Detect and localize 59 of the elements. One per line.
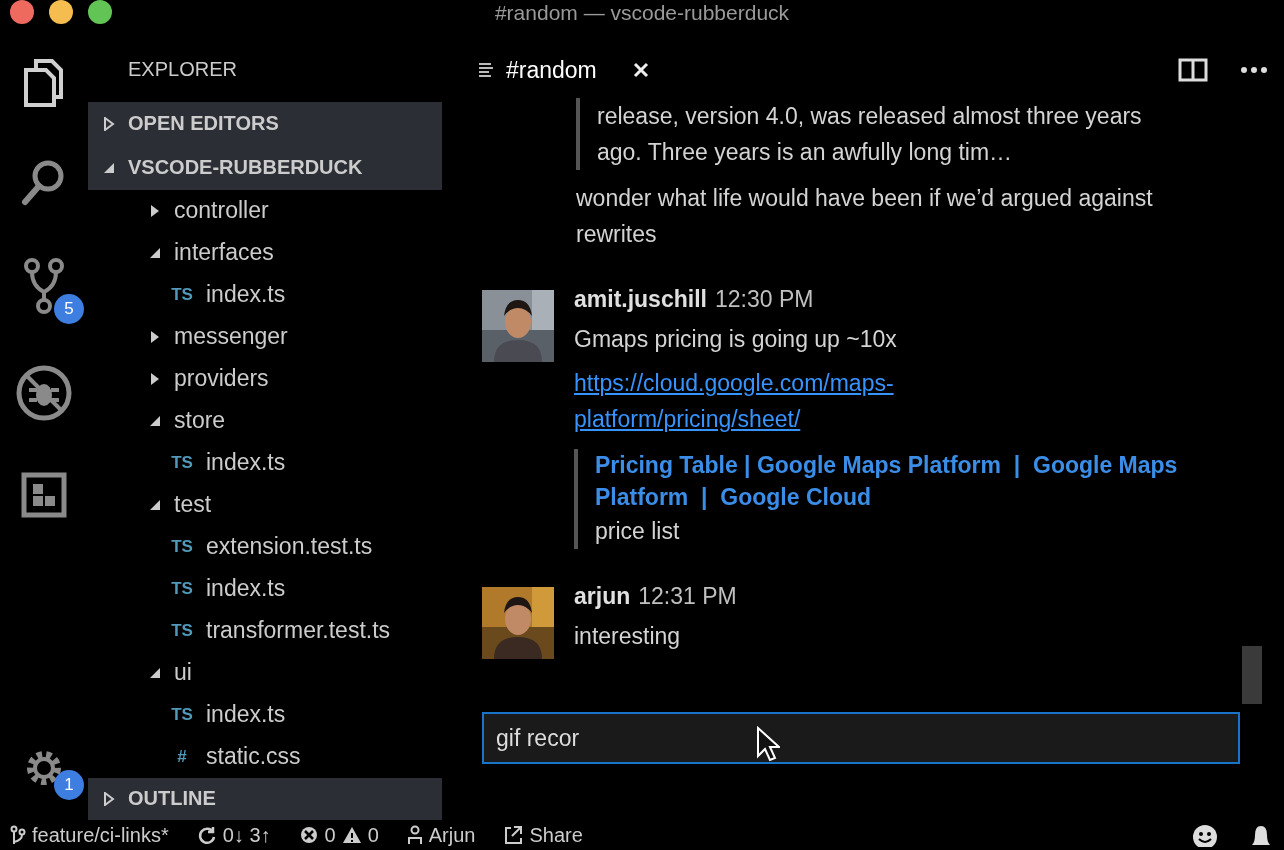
- changes-count-badge: 5: [54, 294, 84, 324]
- sidebar-title: EXPLORER: [128, 58, 238, 82]
- lines-icon: [478, 62, 494, 78]
- section-header[interactable]: OPEN EDITORS: [88, 101, 442, 146]
- sync-status[interactable]: 0↓ 3↑: [196, 823, 271, 847]
- author-name: arjun: [574, 583, 631, 610]
- preview-title-link[interactable]: Pricing Table | Google Maps Platform | Google Maps Platform | Google Cloud: [595, 449, 1215, 513]
- tree-item[interactable]: TS index.ts: [88, 567, 442, 610]
- smiley-icon[interactable]: [1190, 823, 1220, 847]
- person-icon: [406, 825, 423, 845]
- author-name: amit.juschill: [574, 286, 707, 313]
- mouse-pointer-icon: [756, 726, 780, 762]
- files-icon[interactable]: [22, 58, 66, 108]
- tree-item[interactable]: TS index.ts: [88, 273, 442, 316]
- tree-item[interactable]: ui: [88, 651, 442, 694]
- tree-item[interactable]: TS transformer.test.ts: [88, 609, 442, 652]
- tree-item[interactable]: controller: [88, 189, 442, 232]
- message-text: Gmaps pricing is going up ~10x: [574, 325, 898, 354]
- extensions-icon[interactable]: [21, 472, 67, 518]
- close-window-button[interactable]: [10, 0, 34, 24]
- tree-item[interactable]: TS extension.test.ts: [88, 525, 442, 568]
- tree-item[interactable]: store: [88, 399, 442, 442]
- tree-item[interactable]: test: [88, 483, 442, 526]
- section-header[interactable]: VSCODE-RUBBERDUCK: [88, 145, 442, 190]
- message-time: 12:30 PM: [714, 286, 814, 313]
- tree-item[interactable]: TS index.ts: [88, 441, 442, 484]
- tree-item[interactable]: TS index.ts: [88, 693, 442, 736]
- problems-status[interactable]: 0 0: [298, 823, 379, 847]
- warning-icon: [341, 825, 362, 845]
- branch-icon: [10, 825, 26, 845]
- window-title: #random — vscode-rubberduck: [494, 1, 790, 25]
- more-actions-icon[interactable]: [1240, 66, 1268, 74]
- message-text: interesting: [574, 622, 682, 651]
- url-link[interactable]: https://cloud.google.com/maps-platform/pricing/sheet/: [574, 365, 994, 437]
- branch-status[interactable]: feature/ci-links*: [10, 823, 169, 847]
- tree-item[interactable]: interfaces: [88, 231, 442, 274]
- scrollbar-thumb[interactable]: [1242, 646, 1262, 704]
- error-icon: [298, 825, 319, 845]
- outline-header[interactable]: OUTLINE: [88, 777, 442, 820]
- tree-item[interactable]: providers: [88, 357, 442, 400]
- no-bug-icon[interactable]: [15, 364, 73, 422]
- share-icon: [503, 825, 524, 845]
- sync-icon: [196, 825, 217, 845]
- message-time: 12:31 PM: [638, 583, 737, 610]
- tree-item[interactable]: messenger: [88, 315, 442, 358]
- editor-tab[interactable]: #random: [462, 52, 663, 88]
- zoom-window-button[interactable]: [88, 0, 112, 24]
- share-button[interactable]: Share: [503, 823, 583, 847]
- close-icon[interactable]: [632, 62, 649, 78]
- preview-description: price list: [595, 517, 681, 546]
- message-input[interactable]: gif recor: [482, 712, 1240, 764]
- split-editor-icon[interactable]: [1178, 58, 1208, 82]
- tree-item[interactable]: # static.css: [88, 735, 442, 778]
- minimize-window-button[interactable]: [49, 0, 73, 24]
- quote-text: release, version 4.0, was released almost three years ago. Three years is an awfully long tim…: [597, 102, 1143, 167]
- user-status[interactable]: Arjun: [406, 823, 476, 847]
- message-text: wonder what life would have been if we’d argued against rewrites: [576, 184, 1154, 249]
- source-control-icon[interactable]: [22, 258, 66, 314]
- updates-count-badge: 1: [54, 770, 84, 800]
